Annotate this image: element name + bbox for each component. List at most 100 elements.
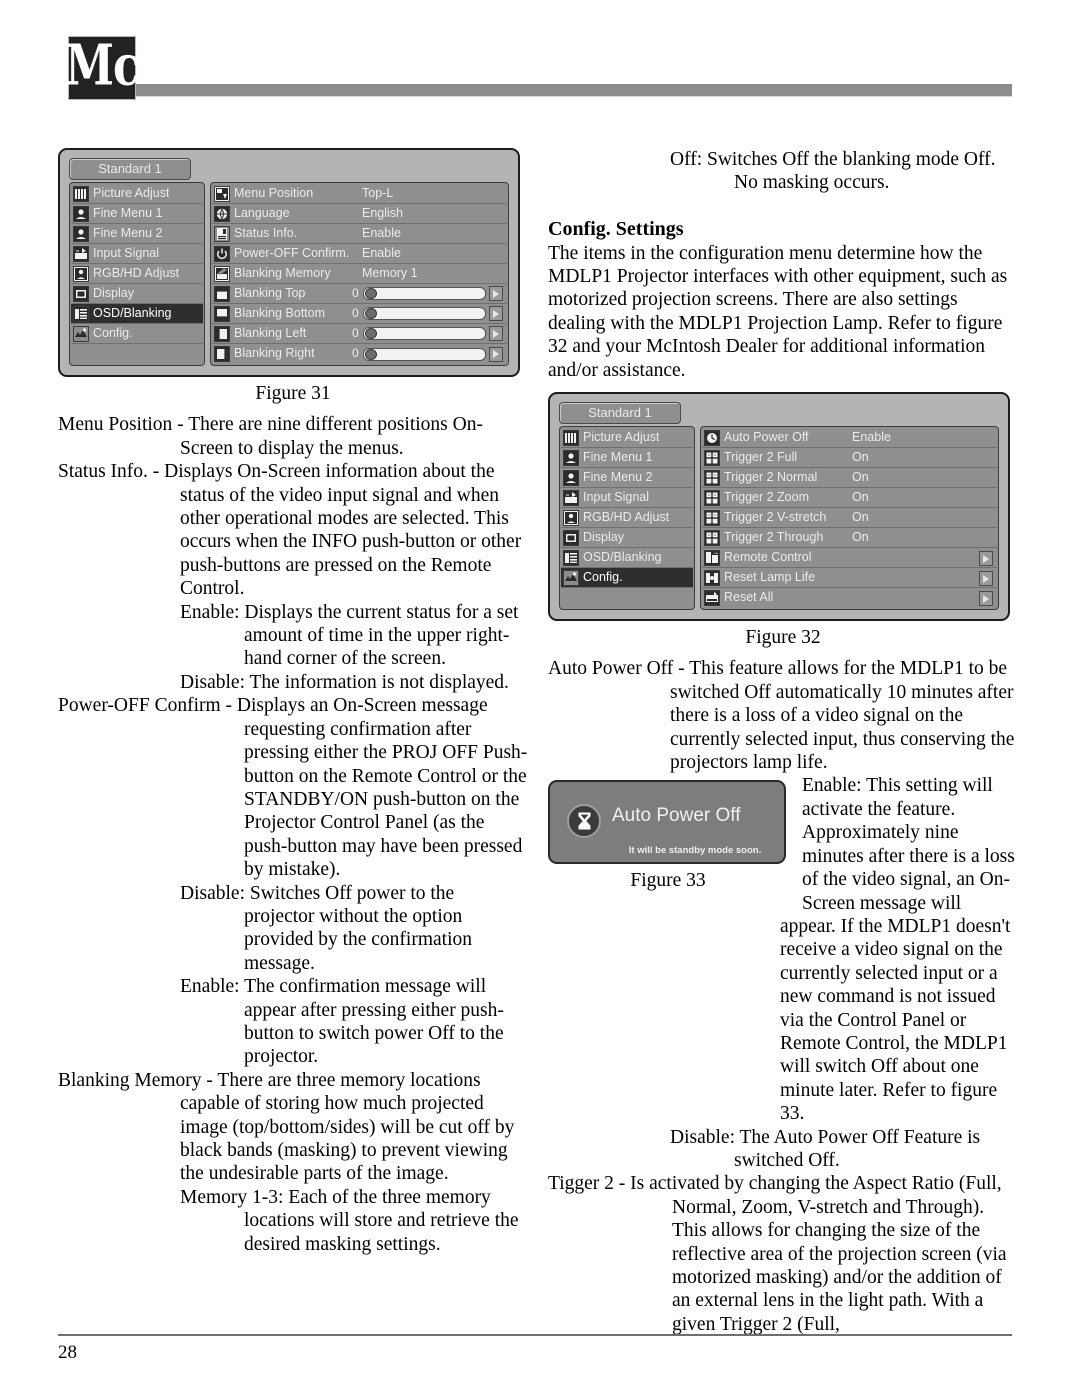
figure-31-caption: Figure 31 (255, 383, 331, 404)
blanking-left-icon (214, 325, 230, 342)
setting-row-reset-lamp-life[interactable]: Reset Lamp Life (702, 568, 997, 589)
reset-lamp-life-icon (704, 569, 720, 586)
setting-label: Blanking Right (234, 346, 315, 361)
figure-32-caption: Figure 32 (745, 627, 821, 649)
sidebar-item-rgb-hd-adjust[interactable]: RGB/HD Adjust (71, 264, 203, 284)
display-icon (73, 285, 89, 302)
fine-menu-2-icon (73, 225, 89, 242)
sidebar-filler (561, 588, 693, 608)
figure-31-osd-menu: Standard 1 Picture Adjust Fine Menu 1 Fi… (58, 148, 520, 377)
setting-value[interactable]: On (852, 526, 869, 549)
sidebar-filler (71, 344, 203, 364)
sidebar-item-label: Config. (583, 569, 623, 584)
sidebar-item-osd-blanking[interactable]: OSD/Blanking (71, 304, 203, 324)
input-signal-icon (563, 489, 579, 506)
logo-text: Mc (65, 33, 139, 99)
slider-knob[interactable] (364, 288, 377, 299)
slider-track[interactable] (362, 347, 486, 361)
blanking-memory-icon (214, 265, 230, 282)
trigger2-paragraph-2: Tigger 2 - Is activated by changing the … (548, 1173, 1007, 1335)
language-globe-icon (214, 205, 230, 222)
auto-power-off-dialog: Auto Power Off It will be standby mode s… (548, 780, 786, 865)
blanking-top-icon (214, 285, 230, 302)
figure-32-osd-menu: Standard 1 Picture Adjust Fine Menu 1 Fi… (548, 392, 1010, 622)
setting-row-blanking-left[interactable]: Blanking Left 0 (212, 324, 507, 344)
right-column: Off: Switches Off the blanking mode Off.… (548, 148, 1018, 1336)
wrap-text-block: Auto Power Off It will be standby mode s… (548, 774, 1018, 1125)
chevron-right-icon[interactable] (489, 326, 503, 341)
figure-33: Auto Power Off It will be standby mode s… (548, 780, 788, 900)
left-body-paragraph-6: Disable: Switches Off power to the proje… (180, 882, 472, 974)
slider-track[interactable] (362, 287, 486, 300)
auto-power-off-body: Auto Power Off - This feature allows for… (548, 657, 1018, 774)
chevron-right-icon[interactable] (489, 346, 503, 362)
config-icon (73, 325, 89, 342)
trigger-2-body: Disable: The Auto Power Off Feature is s… (548, 1126, 1018, 1337)
trigger-full-icon (704, 449, 720, 466)
chevron-right-icon[interactable] (489, 286, 503, 301)
left-body-paragraph-2: Status Info. - Displays On-Screen inform… (58, 461, 522, 600)
setting-row-blanking-right[interactable]: Blanking Right 0 (212, 344, 507, 364)
auto-power-off-paragraph-1: Auto Power Off - This feature allows for… (548, 658, 1015, 774)
sidebar-item-label: Config. (93, 325, 133, 340)
fine-menu-2-icon (563, 469, 579, 486)
mcintosh-logo: Mc (65, 33, 140, 100)
sidebar-item-config[interactable]: Config. (71, 324, 203, 344)
setting-label: Reset All (724, 590, 774, 605)
slider-track[interactable] (362, 327, 486, 340)
power-icon (214, 245, 230, 262)
osd-blanking-icon (73, 305, 89, 322)
dialog-subtitle: It will be standby mode soon. (628, 845, 762, 857)
footer-rule (58, 1334, 1012, 1336)
slider-knob[interactable] (364, 328, 377, 339)
header-rule (136, 84, 1012, 97)
config-settings-body: The items in the configuration menu dete… (548, 242, 1008, 381)
remote-control-icon (704, 549, 720, 566)
setting-row-reset-all[interactable]: Reset All (702, 588, 997, 608)
left-column: Standard 1 Picture Adjust Fine Menu 1 Fi… (58, 148, 528, 1256)
slider-track[interactable] (362, 307, 486, 320)
trigger-normal-icon (704, 469, 720, 486)
page-number: 28 (58, 1342, 77, 1363)
figure-32-preset-tab[interactable]: Standard 1 (559, 402, 681, 425)
left-body-paragraph-8: Blanking Memory - There are three memory… (58, 1069, 515, 1185)
sidebar-item-config[interactable]: Config. (561, 568, 693, 589)
figure-31-preset-tab[interactable]: Standard 1 (69, 158, 191, 180)
sidebar-item-osd-blanking[interactable]: OSD/Blanking (561, 548, 693, 569)
figure-32-sidebar: Picture Adjust Fine Menu 1 Fine Menu 2 I… (559, 426, 695, 611)
rgb-hd-adjust-icon (73, 265, 89, 282)
display-icon (563, 529, 579, 546)
fine-menu-1-icon (563, 449, 579, 466)
left-body-paragraph-3: Enable: Displays the current status for … (180, 601, 519, 670)
slider-value: 0 (352, 346, 359, 361)
sidebar-item-rgb-hd-adjust[interactable]: RGB/HD Adjust (561, 508, 693, 529)
config-settings-heading: Config. Settings (548, 218, 684, 241)
dialog-title: Auto Power Off (612, 805, 741, 827)
chevron-right-icon[interactable] (979, 591, 993, 607)
slider-knob[interactable] (364, 348, 377, 360)
figure-32: Standard 1 Picture Adjust Fine Menu 1 Fi… (548, 392, 1018, 622)
blanking-right-icon (214, 346, 230, 362)
rgb-hd-adjust-icon (563, 509, 579, 526)
setting-slider[interactable]: 0 (352, 342, 503, 365)
blanking-bottom-icon (214, 305, 230, 322)
osd-blanking-icon (563, 549, 579, 566)
picture-adjust-icon (563, 429, 579, 446)
status-info-icon (214, 225, 230, 242)
left-column-body: Menu Position - There are nine different… (58, 413, 528, 1256)
slider-knob[interactable] (364, 308, 377, 319)
trigger-zoom-icon (704, 489, 720, 506)
left-body-paragraph-9: Memory 1-3: Each of the three memory loc… (180, 1186, 519, 1255)
chevron-right-icon[interactable] (489, 306, 503, 321)
blanking-off-paragraph: Off: Switches Off the blanking mode Off.… (670, 149, 996, 194)
menu-position-icon (214, 185, 230, 202)
chevron-right-icon[interactable] (979, 551, 993, 567)
picture-adjust-icon (73, 185, 89, 202)
left-body-paragraph-4: Disable: The information is not displaye… (180, 671, 509, 693)
left-body-paragraph-1: Menu Position - There are nine different… (58, 414, 483, 459)
figure-32-settings-list: Auto Power Off Enable Trigger 2 Full On Tr… (700, 426, 999, 611)
hourglass-icon (567, 804, 601, 839)
trigger-vstretch-icon (704, 509, 720, 526)
chevron-right-icon[interactable] (979, 571, 993, 587)
trigger-through-icon (704, 529, 720, 546)
